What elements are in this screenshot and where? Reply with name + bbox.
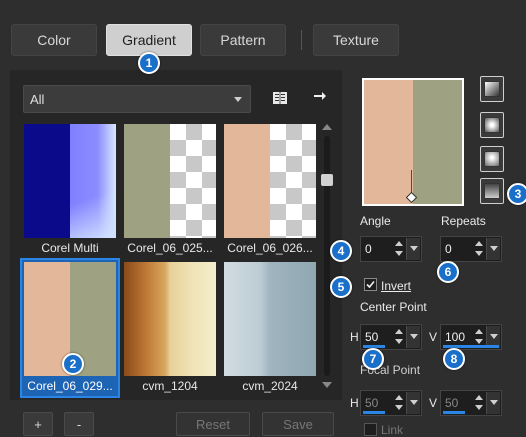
callout-badge: 4 [330, 240, 352, 262]
callout-badge: 8 [443, 348, 465, 370]
angle-spinner[interactable]: 0 [360, 236, 422, 262]
reset-button[interactable]: Reset [176, 412, 250, 436]
center-v-spinner[interactable]: 100 [440, 324, 502, 350]
gradient-label: cvm_1204 [142, 379, 198, 393]
center-h-value[interactable]: 50 [365, 330, 378, 344]
link-label[interactable]: Link [381, 423, 403, 437]
gradient-swatch [124, 124, 216, 238]
spin-arrows-icon[interactable] [473, 393, 485, 413]
center-h-spinner[interactable]: 50 [360, 324, 422, 350]
gradient-item-corel-06-026[interactable]: Corel_06_026... [222, 122, 318, 258]
tab-separator [301, 30, 302, 50]
chevron-down-icon[interactable] [486, 238, 500, 260]
spin-arrows-icon[interactable] [393, 239, 405, 259]
gradient-type-linear-button[interactable] [480, 76, 504, 102]
focal-v-value[interactable]: 50 [445, 396, 458, 410]
scroll-thumb[interactable] [321, 174, 333, 186]
radial-gradient-icon [484, 151, 500, 167]
chevron-down-icon[interactable] [406, 392, 420, 414]
gradient-label: cvm_2024 [242, 379, 298, 393]
add-gradient-button[interactable]: + [23, 412, 53, 436]
spin-arrows-icon[interactable] [393, 327, 405, 347]
gradient-preview[interactable] [362, 78, 464, 206]
gradient-item-corel-06-025[interactable]: Corel_06_025... [122, 122, 218, 258]
tab-pattern[interactable]: Pattern [200, 24, 286, 56]
callout-badge: 1 [138, 52, 160, 74]
chevron-down-icon [234, 97, 242, 102]
gradient-item-cvm-1204[interactable]: cvm_1204 [122, 260, 218, 396]
category-dropdown-value: All [30, 91, 45, 107]
checkmark-icon [366, 280, 375, 289]
gradient-type-sunburst-button[interactable] [480, 178, 504, 204]
gradient-item-cvm-2024[interactable]: cvm_2024 [222, 260, 318, 396]
gradient-swatch [24, 124, 116, 238]
focal-v-level-bar [443, 411, 465, 414]
save-button[interactable]: Save [262, 412, 334, 436]
gradient-swatch [224, 124, 316, 238]
chevron-down-icon[interactable] [486, 392, 500, 414]
link-checkbox[interactable] [364, 423, 377, 436]
angle-label: Angle [360, 214, 391, 228]
tab-color[interactable]: Color [11, 24, 97, 56]
scroll-up-icon[interactable] [322, 124, 332, 130]
spin-arrows-icon[interactable] [473, 239, 485, 259]
angle-value[interactable]: 0 [365, 242, 372, 256]
library-button[interactable] [270, 88, 290, 108]
remove-gradient-button[interactable]: - [64, 412, 94, 436]
invert-checkbox[interactable] [364, 278, 377, 291]
gradient-type-circular-button[interactable] [480, 146, 504, 172]
focal-h-label: H [350, 396, 359, 410]
callout-badge: 6 [437, 261, 459, 283]
gradient-type-radial-button[interactable] [480, 112, 504, 138]
center-v-value[interactable]: 100 [445, 330, 465, 344]
import-button[interactable] [310, 86, 330, 106]
linear-gradient-icon [484, 81, 500, 97]
center-h-label: H [350, 330, 359, 344]
callout-badge: 3 [507, 183, 526, 205]
scroll-track[interactable] [324, 136, 330, 376]
chevron-down-icon[interactable] [406, 238, 420, 260]
callout-badge: 5 [330, 276, 352, 298]
gradient-label: Corel_06_026... [227, 241, 313, 255]
invert-label[interactable]: Invert [381, 279, 411, 293]
rectangular-gradient-icon [484, 117, 500, 133]
repeats-spinner[interactable]: 0 [440, 236, 502, 262]
repeats-value[interactable]: 0 [445, 242, 452, 256]
chevron-down-icon[interactable] [406, 326, 420, 348]
gradient-label: Corel_06_025... [127, 241, 213, 255]
center-v-label: V [429, 330, 438, 344]
arrow-right-icon [314, 92, 326, 100]
category-dropdown[interactable]: All [23, 85, 251, 113]
gradient-preview-swatch [364, 80, 462, 204]
center-handle-icon[interactable] [406, 192, 417, 203]
sunburst-gradient-icon [484, 183, 500, 199]
gradient-item-corel-06-029[interactable]: Corel_06_029... [20, 258, 120, 398]
center-point-label: Center Point [360, 300, 427, 314]
gradient-item-corel-multi[interactable]: Corel Multi [22, 122, 118, 258]
gradient-label: Corel_06_029... [22, 377, 118, 395]
focal-h-level-bar [363, 411, 385, 414]
focal-v-label: V [429, 396, 438, 410]
gradient-label: Corel Multi [41, 241, 99, 255]
tab-texture[interactable]: Texture [313, 24, 399, 56]
spin-arrows-icon[interactable] [473, 327, 485, 347]
focal-h-spinner[interactable]: 50 [360, 390, 422, 416]
callout-badge: 7 [362, 348, 384, 370]
repeats-label: Repeats [441, 214, 486, 228]
book-icon [273, 92, 287, 104]
scroll-down-icon[interactable] [322, 382, 332, 388]
spin-arrows-icon[interactable] [393, 393, 405, 413]
focal-v-spinner[interactable]: 50 [440, 390, 502, 416]
gradient-swatch [224, 262, 316, 376]
focal-h-value[interactable]: 50 [365, 396, 378, 410]
callout-badge: 2 [62, 353, 84, 375]
gradient-swatch [124, 262, 216, 376]
